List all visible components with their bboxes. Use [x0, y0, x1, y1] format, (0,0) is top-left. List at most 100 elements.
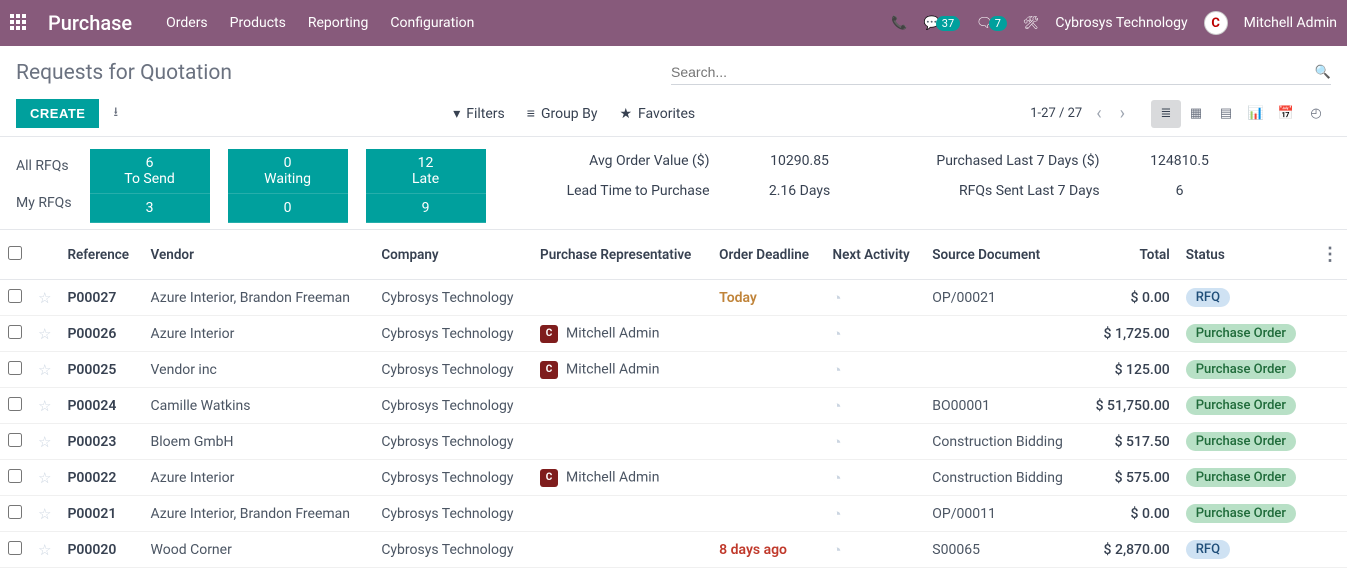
star-icon[interactable]: ☆ [30, 388, 59, 424]
row-checkbox[interactable] [8, 433, 22, 447]
cell-reference: P00027 [59, 280, 142, 316]
pager-next[interactable]: › [1116, 103, 1129, 124]
nav-products[interactable]: Products [230, 15, 286, 31]
cell-rep [532, 424, 711, 460]
phone-icon[interactable]: 📞 [891, 16, 907, 31]
purchased-7d-value: 124810.5 [1110, 153, 1250, 169]
filters-button[interactable]: ▾Filters [453, 106, 505, 122]
my-rfqs-label[interactable]: My RFQs [16, 187, 72, 223]
search-input[interactable] [671, 64, 1315, 80]
table-row[interactable]: ☆P00023Bloem GmbHCybrosys Technology◔Con… [0, 424, 1347, 460]
cell-activity[interactable]: ◔ [825, 424, 925, 460]
th-vendor[interactable]: Vendor [143, 230, 374, 280]
table-row[interactable]: ☆P00025Vendor incCybrosys TechnologyCMit… [0, 352, 1347, 388]
th-reference[interactable]: Reference [59, 230, 142, 280]
star-icon[interactable]: ☆ [30, 352, 59, 388]
company-name[interactable]: Cybrosys Technology [1055, 15, 1187, 31]
groupby-button[interactable]: ≡Group By [527, 105, 598, 122]
table-row[interactable]: ☆P00026Azure InteriorCybrosys Technology… [0, 316, 1347, 352]
cell-status: Purchase Order [1178, 460, 1313, 496]
messages-icon[interactable]: 💬37 [924, 16, 961, 31]
star-icon[interactable]: ☆ [30, 424, 59, 460]
cell-company: Cybrosys Technology [373, 352, 532, 388]
nav-reporting[interactable]: Reporting [308, 15, 369, 31]
table-row[interactable]: ☆P00022Azure InteriorCybrosys Technology… [0, 460, 1347, 496]
th-source[interactable]: Source Document [924, 230, 1081, 280]
row-checkbox[interactable] [8, 541, 22, 555]
search-icon[interactable]: 🔍 [1315, 65, 1331, 80]
all-rfqs-label[interactable]: All RFQs [16, 150, 72, 186]
table-row[interactable]: ☆P00027Azure Interior, Brandon FreemanCy… [0, 280, 1347, 316]
row-checkbox[interactable] [8, 469, 22, 483]
user-name[interactable]: Mitchell Admin [1244, 15, 1337, 31]
tile-waiting[interactable]: 0Waiting0 [228, 149, 348, 223]
cell-reference: P00021 [59, 496, 142, 532]
cell-rep: CMitchell Admin [532, 316, 711, 352]
select-all-checkbox[interactable] [8, 246, 22, 260]
top-navbar: Purchase Orders Products Reporting Confi… [0, 0, 1347, 46]
upload-icon[interactable]: ⭳ [113, 103, 118, 125]
row-checkbox[interactable] [8, 505, 22, 519]
star-icon[interactable]: ☆ [30, 496, 59, 532]
rfq-sent-7d-label: RFQs Sent Last 7 Days [890, 183, 1100, 199]
view-kanban-icon[interactable]: ▦ [1181, 100, 1211, 128]
star-icon[interactable]: ☆ [30, 280, 59, 316]
avg-order-label: Avg Order Value ($) [510, 153, 710, 169]
table-row[interactable]: ☆P00021Azure Interior, Brandon FreemanCy… [0, 496, 1347, 532]
th-status[interactable]: Status [1178, 230, 1313, 280]
row-checkbox[interactable] [8, 325, 22, 339]
row-checkbox[interactable] [8, 289, 22, 303]
view-graph-icon[interactable]: 📊 [1241, 100, 1271, 128]
th-deadline[interactable]: Order Deadline [711, 230, 824, 280]
app-brand[interactable]: Purchase [48, 11, 132, 35]
cell-deadline [711, 424, 824, 460]
clock-icon: ◔ [833, 505, 842, 523]
star-icon[interactable]: ☆ [30, 316, 59, 352]
avatar[interactable]: C [1204, 11, 1228, 35]
chat-badge: 7 [989, 16, 1007, 31]
th-company[interactable]: Company [373, 230, 532, 280]
table-row[interactable]: ☆P00024Camille WatkinsCybrosys Technolog… [0, 388, 1347, 424]
th-activity[interactable]: Next Activity [825, 230, 925, 280]
cell-deadline [711, 352, 824, 388]
th-total[interactable]: Total [1081, 230, 1178, 280]
cell-activity[interactable]: ◔ [825, 316, 925, 352]
cell-deadline: Today [711, 280, 824, 316]
row-checkbox[interactable] [8, 397, 22, 411]
create-button[interactable]: CREATE [16, 99, 99, 128]
cell-activity[interactable]: ◔ [825, 388, 925, 424]
cell-activity[interactable]: ◔ [825, 460, 925, 496]
th-rep[interactable]: Purchase Representative [532, 230, 711, 280]
view-calendar-icon[interactable]: 📅 [1271, 100, 1301, 128]
cell-status: RFQ [1178, 280, 1313, 316]
cell-activity[interactable]: ◔ [825, 280, 925, 316]
cell-activity[interactable]: ◔ [825, 496, 925, 532]
search-box[interactable]: 🔍 [671, 60, 1331, 85]
chat-icon[interactable]: 🗨7 [976, 16, 1007, 31]
avg-order-value: 10290.85 [720, 153, 880, 169]
apps-icon[interactable] [10, 14, 28, 32]
clock-icon: ◔ [833, 361, 842, 379]
pager-prev[interactable]: ‹ [1092, 103, 1105, 124]
nav-configuration[interactable]: Configuration [390, 15, 474, 31]
view-list-icon[interactable]: ≣ [1151, 100, 1181, 128]
star-icon[interactable]: ☆ [30, 460, 59, 496]
favorites-button[interactable]: ★Favorites [619, 106, 695, 122]
cell-vendor: Camille Watkins [143, 388, 374, 424]
avatar-icon: C [540, 325, 558, 343]
tile-to-send[interactable]: 6To Send3 [90, 149, 210, 223]
tile-late[interactable]: 12Late9 [366, 149, 486, 223]
star-icon: ★ [619, 106, 632, 122]
cell-reference: P00023 [59, 424, 142, 460]
view-pivot-icon[interactable]: ▤ [1211, 100, 1241, 128]
cell-activity[interactable]: ◔ [825, 352, 925, 388]
pager-text: 1-27 / 27 [1030, 106, 1082, 121]
cell-company: Cybrosys Technology [373, 280, 532, 316]
cell-rep [532, 496, 711, 532]
row-checkbox[interactable] [8, 361, 22, 375]
column-options-icon[interactable]: ⋮ [1313, 230, 1347, 280]
tools-icon[interactable]: 🛠 [1023, 16, 1040, 31]
nav-orders[interactable]: Orders [166, 15, 208, 31]
view-activity-icon[interactable]: ◴ [1301, 100, 1331, 128]
messages-badge: 37 [936, 16, 960, 31]
